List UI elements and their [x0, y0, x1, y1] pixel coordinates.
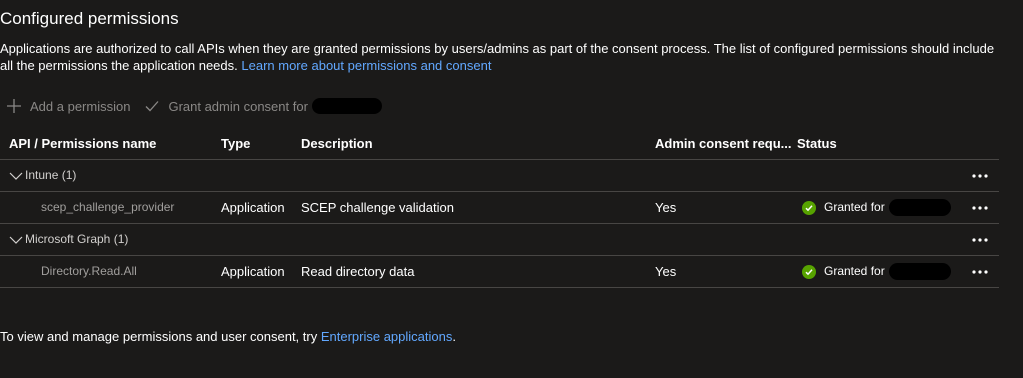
plus-icon [7, 99, 21, 113]
add-permission-label: Add a permission [30, 98, 131, 114]
footer-note: To view and manage permissions and user … [0, 329, 456, 344]
grant-consent-label: Grant admin consent for [168, 98, 308, 114]
section-title: Configured permissions [0, 9, 179, 28]
table-row: Directory.Read.All Application Read dire… [0, 256, 999, 288]
header-type[interactable]: Type [221, 128, 250, 159]
status-text: Granted for [824, 200, 885, 214]
group-row-microsoft-graph[interactable]: Microsoft Graph (1) [0, 224, 999, 256]
enterprise-applications-link[interactable]: Enterprise applications [321, 329, 453, 344]
footer-suffix: . [452, 329, 456, 344]
admin-consent-value: Yes [655, 264, 677, 279]
more-button[interactable] [972, 256, 988, 287]
group-row-intune[interactable]: Intune (1) [0, 160, 999, 192]
header-admin-consent[interactable]: Admin consent requ... [655, 128, 792, 159]
header-name[interactable]: API / Permissions name [9, 128, 156, 159]
more-icon [972, 269, 988, 274]
admin-consent-value: Yes [655, 200, 677, 215]
header-status[interactable]: Status [797, 128, 837, 159]
table-header: API / Permissions name Type Description … [0, 128, 999, 160]
header-description[interactable]: Description [301, 128, 373, 159]
success-check-icon [802, 200, 816, 215]
section-description: Applications are authorized to call APIs… [0, 40, 1000, 74]
chevron-down-icon [9, 236, 23, 244]
permission-description: SCEP challenge validation [301, 200, 454, 215]
permissions-toolbar: Add a permission Grant admin consent for [6, 96, 382, 116]
permission-type: Application [221, 200, 285, 215]
description-text: Applications are authorized to call APIs… [0, 41, 995, 73]
permission-name[interactable]: Directory.Read.All [41, 256, 137, 287]
more-button[interactable] [972, 224, 988, 255]
status-cell: Granted for [797, 192, 951, 223]
more-icon [972, 173, 988, 178]
permissions-table: API / Permissions name Type Description … [0, 128, 999, 288]
more-button[interactable] [972, 160, 988, 191]
add-permission-button[interactable]: Add a permission [6, 98, 130, 114]
footer-text: To view and manage permissions and user … [0, 329, 321, 344]
group-label: Microsoft Graph (1) [25, 232, 129, 246]
permission-description: Read directory data [301, 264, 415, 279]
redacted-tenant-name [888, 199, 951, 216]
success-check-icon [802, 264, 816, 279]
table-row: scep_challenge_provider Application SCEP… [0, 192, 999, 224]
status-text: Granted for [824, 264, 885, 278]
group-label: Intune (1) [25, 168, 77, 182]
grant-consent-button[interactable]: Grant admin consent for [144, 98, 382, 114]
redacted-tenant-name [311, 98, 382, 114]
redacted-tenant-name [888, 263, 951, 280]
status-cell: Granted for [797, 256, 951, 287]
checkmark-icon [145, 101, 159, 112]
permission-name[interactable]: scep_challenge_provider [41, 192, 174, 223]
more-icon [972, 205, 988, 210]
more-button[interactable] [972, 192, 988, 223]
group-toggle[interactable]: Microsoft Graph (1) [9, 224, 128, 255]
learn-more-link[interactable]: Learn more about permissions and consent [241, 58, 491, 73]
group-toggle[interactable]: Intune (1) [9, 160, 76, 191]
permission-type: Application [221, 264, 285, 279]
chevron-down-icon [9, 172, 23, 180]
more-icon [972, 237, 988, 242]
